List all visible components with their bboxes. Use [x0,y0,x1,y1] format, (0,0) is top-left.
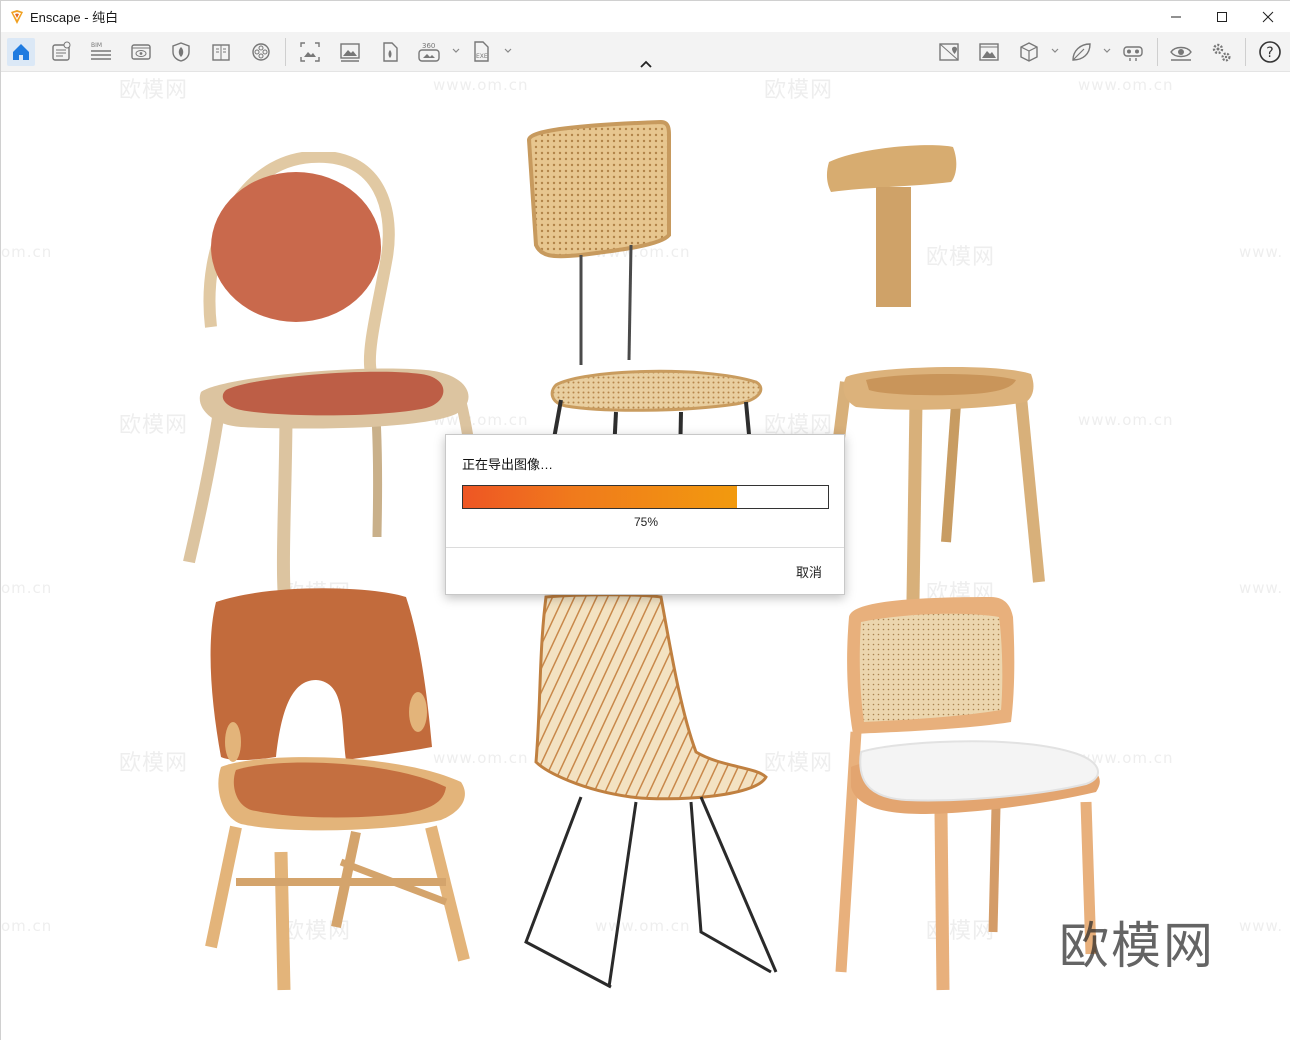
exe-label: EXE [476,53,488,60]
toolbar-divider [1245,38,1246,66]
bim-label: BIM [91,42,102,49]
watermark-url: www. [1239,579,1284,597]
live-view-button[interactable] [1167,38,1195,66]
watermark-url: www.om.cn [1078,76,1174,94]
close-icon [1262,11,1274,22]
export-progress-dialog: 正在导出图像… 75% 取消 [445,434,845,595]
map-marker-icon [939,43,959,61]
title-bar: Enscape - 纯白 [1,1,1290,32]
view-management-button[interactable] [127,38,155,66]
window-controls [1153,1,1290,32]
chevron-down-icon[interactable] [503,46,513,56]
cube-icon [1020,42,1038,62]
close-window-button[interactable] [1245,1,1290,32]
view-eye-icon [131,44,151,60]
help-icon: ? [1259,41,1281,63]
settings-gears-icon [1212,43,1231,62]
dialog-title: 正在导出图像… [462,457,554,472]
chevron-down-icon[interactable] [1102,46,1112,56]
progress-percentage: 75% [633,515,659,529]
screenshot-icon [300,42,320,62]
progress-bar [462,485,829,509]
file-export-icon [383,42,398,62]
panorama-label: 360 [422,42,435,50]
video-editor-button[interactable] [247,38,275,66]
settings-button[interactable] [1207,38,1235,66]
project-settings-button[interactable] [47,38,75,66]
cancel-button[interactable]: 取消 [796,562,822,581]
watermark-url: www.om.cn [433,76,529,94]
toolbar-divider [1157,38,1158,66]
film-reel-icon [252,43,270,61]
watermark-url: om.cn [1,917,53,935]
help-label: ? [1266,45,1273,61]
vr-headset-icon [1123,46,1143,61]
document-settings-icon [52,41,71,61]
asset-library-button[interactable] [207,38,235,66]
chair-woven-rattan-wire [524,593,778,989]
watermark-text: 欧模网 [119,78,189,103]
bim-icon: BIM [91,42,111,60]
maximize-button[interactable] [1199,1,1245,32]
minimize-button[interactable] [1153,1,1199,32]
watermark-text: 欧模网 [119,413,189,438]
brand-watermark: 欧模网 [1059,917,1215,975]
home-icon [13,44,29,60]
book-icon [212,44,230,61]
visual-settings-button[interactable] [975,38,1003,66]
chair-leather-wrap [205,588,470,991]
help-button[interactable]: ? [1256,38,1284,66]
watermark-text: 欧模网 [764,78,834,103]
watermark-url: www.om.cn [1078,411,1174,429]
panorama-button[interactable]: 360 [416,38,444,66]
material-button[interactable] [167,38,195,66]
minimap-button[interactable] [935,38,963,66]
atmosphere-button[interactable] [1067,38,1095,66]
panorama-360-icon: 360 [418,42,440,62]
minimize-icon [1171,16,1181,17]
toolbar-divider [285,38,286,66]
bim-button[interactable]: BIM [87,38,115,66]
enscape-window: Enscape - 纯白 BIM 360 EXE ? 欧模网 www.om.cn… [0,0,1290,1040]
export-file-button[interactable] [376,38,404,66]
window-title: Enscape - 纯白 [30,10,119,25]
watermark-url: www. [1239,917,1284,935]
watermark-url: www. [1239,243,1284,261]
watermark-url: om.cn [1,579,53,597]
export-exe-button[interactable]: EXE [468,38,496,66]
watermark-url: om.cn [1,243,53,261]
chevron-down-icon[interactable] [1050,46,1060,56]
chevron-down-icon[interactable] [451,46,461,56]
maximize-icon [1217,11,1227,22]
dialog-divider [446,547,844,548]
watermark-text: 欧模网 [119,751,189,776]
home-button[interactable] [7,38,35,66]
exe-export-icon: EXE [474,41,489,62]
vr-headset-button[interactable] [1119,38,1147,66]
batch-render-button[interactable] [336,38,364,66]
chair-wood-t-back [825,145,1045,601]
collapse-toolbar-chevron-up-icon[interactable] [638,59,654,71]
image-gallery-icon [340,43,360,62]
image-frame-icon [979,43,999,61]
shield-icon [172,42,190,62]
view-mode-button[interactable] [1015,38,1043,66]
screenshot-button[interactable] [296,38,324,66]
enscape-logo-icon [9,9,25,25]
leaf-icon [1072,43,1091,61]
eye-visibility-icon [1170,46,1192,61]
progress-fill [463,486,737,508]
